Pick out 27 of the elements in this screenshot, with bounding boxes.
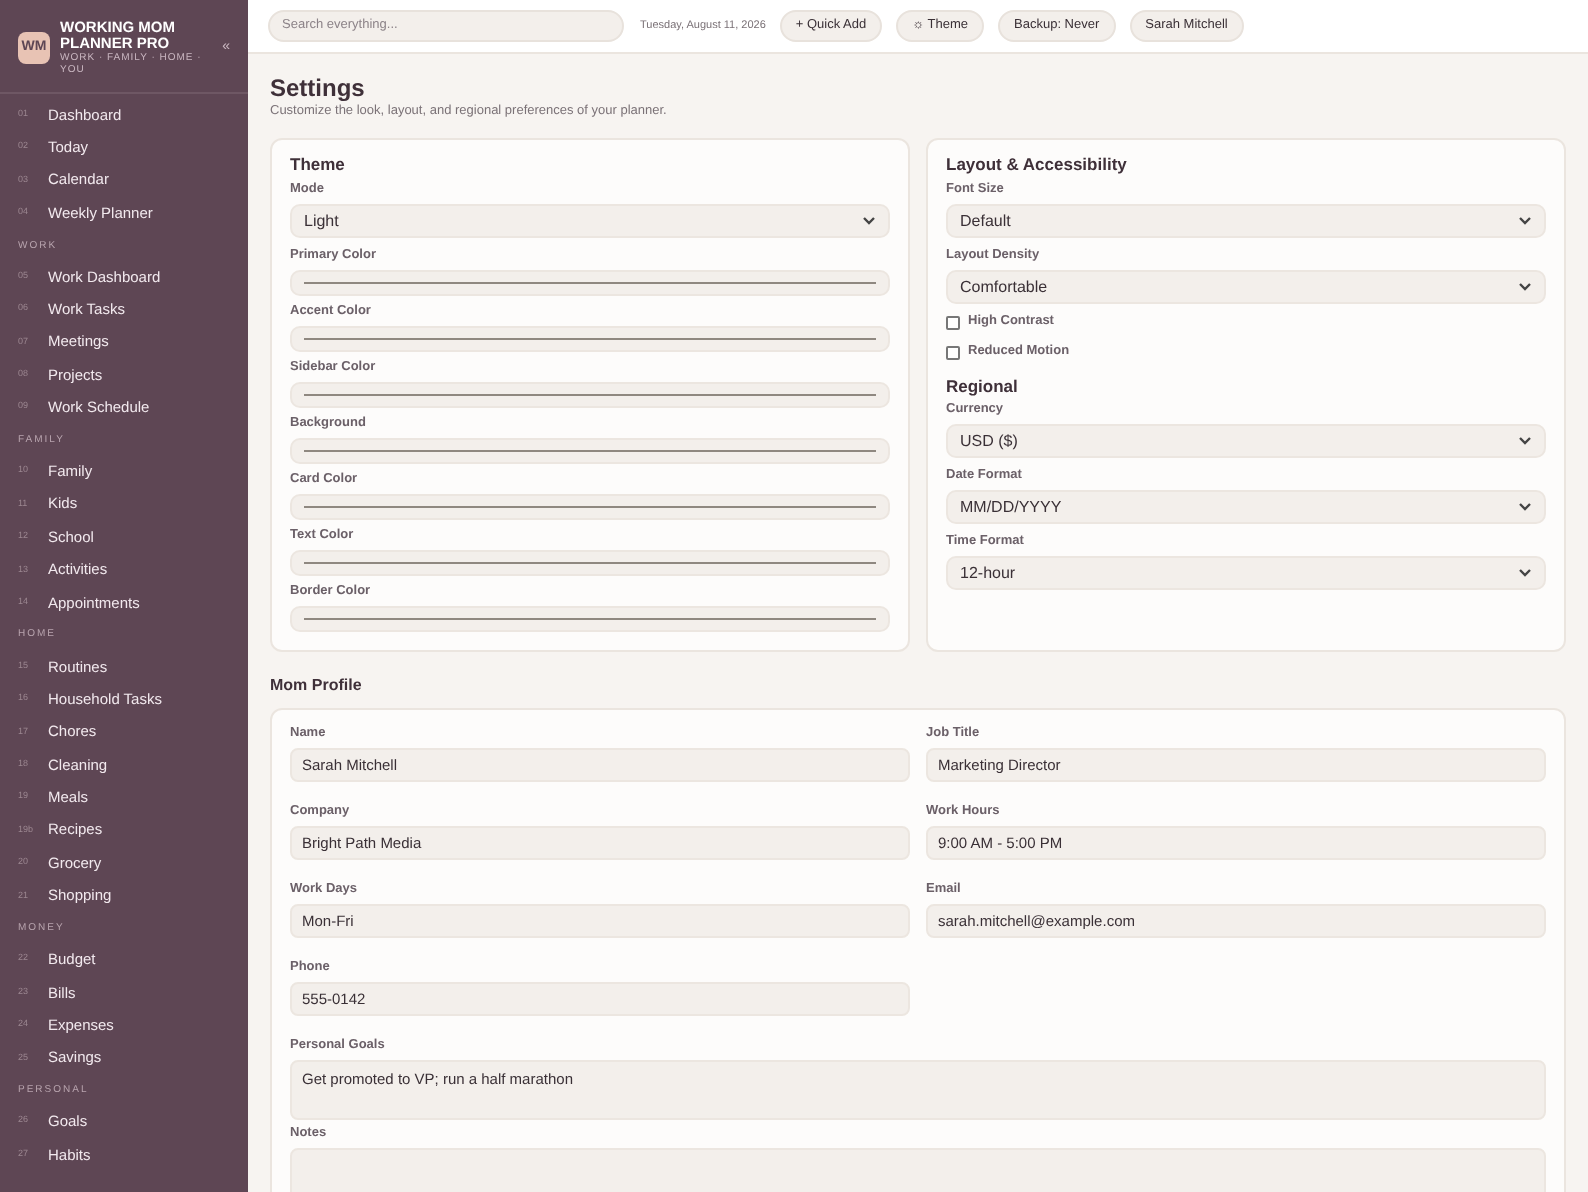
chevron-down-icon <box>1518 216 1532 226</box>
select-field[interactable]: MM/DD/YYYY <box>946 490 1546 524</box>
card-title: Theme <box>290 154 347 174</box>
select-field[interactable]: Comfortable <box>946 270 1546 304</box>
page-title: Settings <box>270 74 367 102</box>
color-picker-field[interactable] <box>290 606 890 632</box>
chevron-down-icon <box>1518 568 1532 578</box>
checkbox[interactable] <box>946 345 960 359</box>
color-picker-field[interactable] <box>290 438 890 464</box>
color-picker-field[interactable] <box>290 382 890 408</box>
card-title: Layout & Accessibility <box>946 154 1129 174</box>
chevron-down-icon <box>862 216 876 226</box>
select-field[interactable]: 12-hour <box>946 556 1546 590</box>
color-picker-field[interactable] <box>290 270 890 296</box>
color-picker-field[interactable] <box>290 494 890 520</box>
textarea-field[interactable] <box>290 1148 1546 1192</box>
select-field[interactable]: USD ($) <box>946 424 1546 458</box>
select-field[interactable]: Default <box>946 204 1546 238</box>
select-field[interactable]: Light <box>290 204 890 238</box>
section-title: Mom Profile <box>270 676 364 696</box>
chevron-down-icon <box>1518 282 1532 292</box>
color-picker-field[interactable] <box>290 550 890 576</box>
card-title: Regional <box>946 376 1020 396</box>
checkbox[interactable] <box>946 315 960 329</box>
chevron-down-icon <box>1518 502 1532 512</box>
chevron-down-icon <box>1518 436 1532 446</box>
color-picker-field[interactable] <box>290 326 890 352</box>
